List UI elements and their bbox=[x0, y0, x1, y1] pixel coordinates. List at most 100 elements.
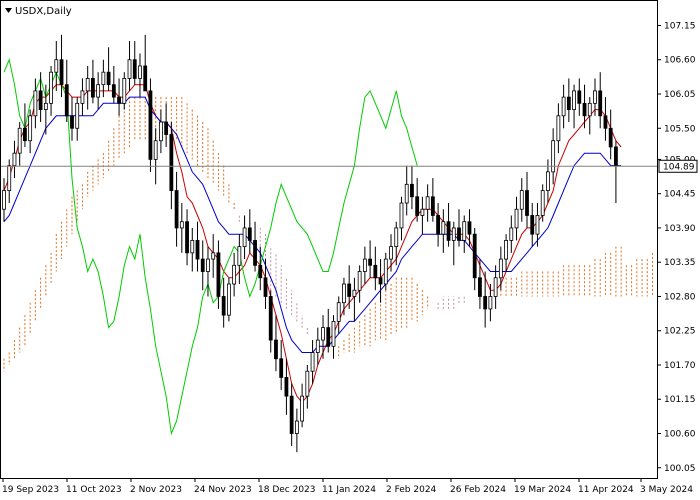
candle-body bbox=[373, 264, 378, 279]
candle-body bbox=[226, 283, 231, 316]
x-tick-label: 18 Dec 2023 bbox=[258, 485, 316, 495]
candle-body bbox=[614, 146, 618, 167]
candle-body bbox=[294, 420, 299, 434]
candle-body bbox=[80, 90, 85, 104]
candle-body bbox=[525, 190, 529, 216]
candle-body bbox=[185, 221, 189, 254]
candle-body bbox=[12, 152, 17, 167]
x-tick-label: 11 Oct 2023 bbox=[66, 485, 122, 495]
candle-body bbox=[242, 227, 247, 248]
candle-body bbox=[362, 258, 367, 272]
candle-body bbox=[446, 221, 451, 241]
candle-body bbox=[394, 227, 399, 248]
x-tick-label: 3 May 2024 bbox=[640, 485, 693, 495]
candle-body bbox=[23, 127, 27, 142]
candle-body bbox=[132, 59, 137, 79]
candle-body bbox=[540, 190, 545, 216]
candle-body bbox=[572, 90, 576, 110]
candle-body bbox=[608, 127, 613, 148]
candle-body bbox=[28, 115, 33, 142]
candle-body bbox=[603, 115, 608, 129]
candle-body bbox=[85, 78, 90, 92]
candle-body bbox=[253, 239, 257, 266]
candle-body bbox=[2, 190, 6, 210]
candle-body bbox=[593, 90, 597, 104]
candle-body bbox=[451, 227, 456, 241]
candle-body bbox=[519, 190, 524, 210]
candle-body bbox=[49, 71, 53, 104]
candle-body bbox=[164, 121, 169, 135]
candle-body bbox=[342, 283, 346, 304]
candle-body bbox=[33, 90, 38, 117]
candle-body bbox=[143, 65, 148, 92]
y-tick-label: 106.60 bbox=[664, 56, 696, 66]
candle-body bbox=[535, 215, 540, 235]
candle-body bbox=[179, 221, 184, 229]
x-tick-label: 2 Nov 2023 bbox=[130, 485, 182, 495]
candle-body bbox=[430, 196, 435, 216]
candle-body bbox=[368, 258, 373, 266]
candle-body bbox=[106, 71, 111, 86]
y-tick-label: 106.05 bbox=[664, 90, 696, 100]
candle-body bbox=[378, 277, 383, 285]
candle-body bbox=[70, 115, 74, 129]
candle-body bbox=[347, 283, 352, 297]
candle-body bbox=[472, 233, 477, 279]
candle-body bbox=[310, 352, 315, 372]
candle-body bbox=[190, 239, 195, 254]
candle-body bbox=[425, 196, 430, 210]
candle-body bbox=[478, 277, 482, 297]
candle-body bbox=[247, 227, 252, 241]
x-tick-label: 11 Apr 2024 bbox=[578, 485, 634, 495]
candle-body bbox=[138, 65, 142, 79]
candle-body bbox=[336, 302, 341, 322]
candle-body bbox=[383, 258, 388, 285]
x-tick-label: 11 Jan 2024 bbox=[322, 485, 376, 495]
candle-body bbox=[556, 115, 561, 142]
candle-body bbox=[59, 59, 64, 86]
candle-body bbox=[279, 358, 284, 378]
candle-body bbox=[326, 327, 331, 347]
symbol-label: USDX,Daily bbox=[15, 6, 72, 17]
symbol-header[interactable]: USDX,Daily bbox=[5, 6, 72, 17]
candle-body bbox=[315, 339, 320, 353]
candle-body bbox=[561, 96, 566, 117]
candle-body bbox=[352, 289, 357, 297]
candle-body bbox=[566, 96, 571, 110]
y-tick-label: 103.90 bbox=[664, 224, 696, 234]
candle-body bbox=[153, 140, 158, 160]
x-tick-label: 24 Nov 2023 bbox=[194, 485, 252, 495]
candle-body bbox=[305, 370, 310, 397]
candle-body bbox=[284, 377, 289, 397]
candle-body bbox=[96, 84, 101, 98]
candle-body bbox=[268, 296, 273, 341]
candle-body bbox=[91, 78, 95, 98]
price-chart[interactable]: 107.15106.60106.05105.50105.00104.45103.… bbox=[0, 0, 700, 500]
x-tick-label: 19 Sep 2023 bbox=[2, 485, 59, 495]
candle-body bbox=[101, 71, 106, 86]
candle-body bbox=[200, 258, 205, 272]
candle-body bbox=[127, 59, 132, 79]
candle-body bbox=[158, 121, 163, 142]
x-tick-label: 2 Feb 2024 bbox=[386, 485, 437, 495]
candle-body bbox=[598, 90, 603, 117]
candle-body bbox=[441, 221, 446, 235]
y-tick-label: 105.50 bbox=[664, 124, 696, 134]
candle-body bbox=[483, 296, 488, 310]
candle-body bbox=[415, 196, 420, 216]
candle bbox=[148, 78, 153, 172]
x-tick-label: 19 Mar 2024 bbox=[514, 485, 571, 495]
candle-body bbox=[54, 59, 59, 73]
candle-body bbox=[457, 227, 461, 241]
candle-body bbox=[577, 90, 582, 104]
y-tick-label: 103.35 bbox=[664, 258, 696, 268]
candle-body bbox=[493, 277, 498, 297]
candle-body bbox=[436, 215, 440, 235]
candle-body bbox=[232, 264, 237, 285]
candle-body bbox=[263, 277, 268, 297]
candle-body bbox=[169, 134, 174, 191]
candle-body bbox=[122, 78, 127, 104]
candle-body bbox=[498, 258, 503, 279]
candle-body bbox=[216, 252, 221, 297]
candle-body bbox=[462, 221, 467, 241]
